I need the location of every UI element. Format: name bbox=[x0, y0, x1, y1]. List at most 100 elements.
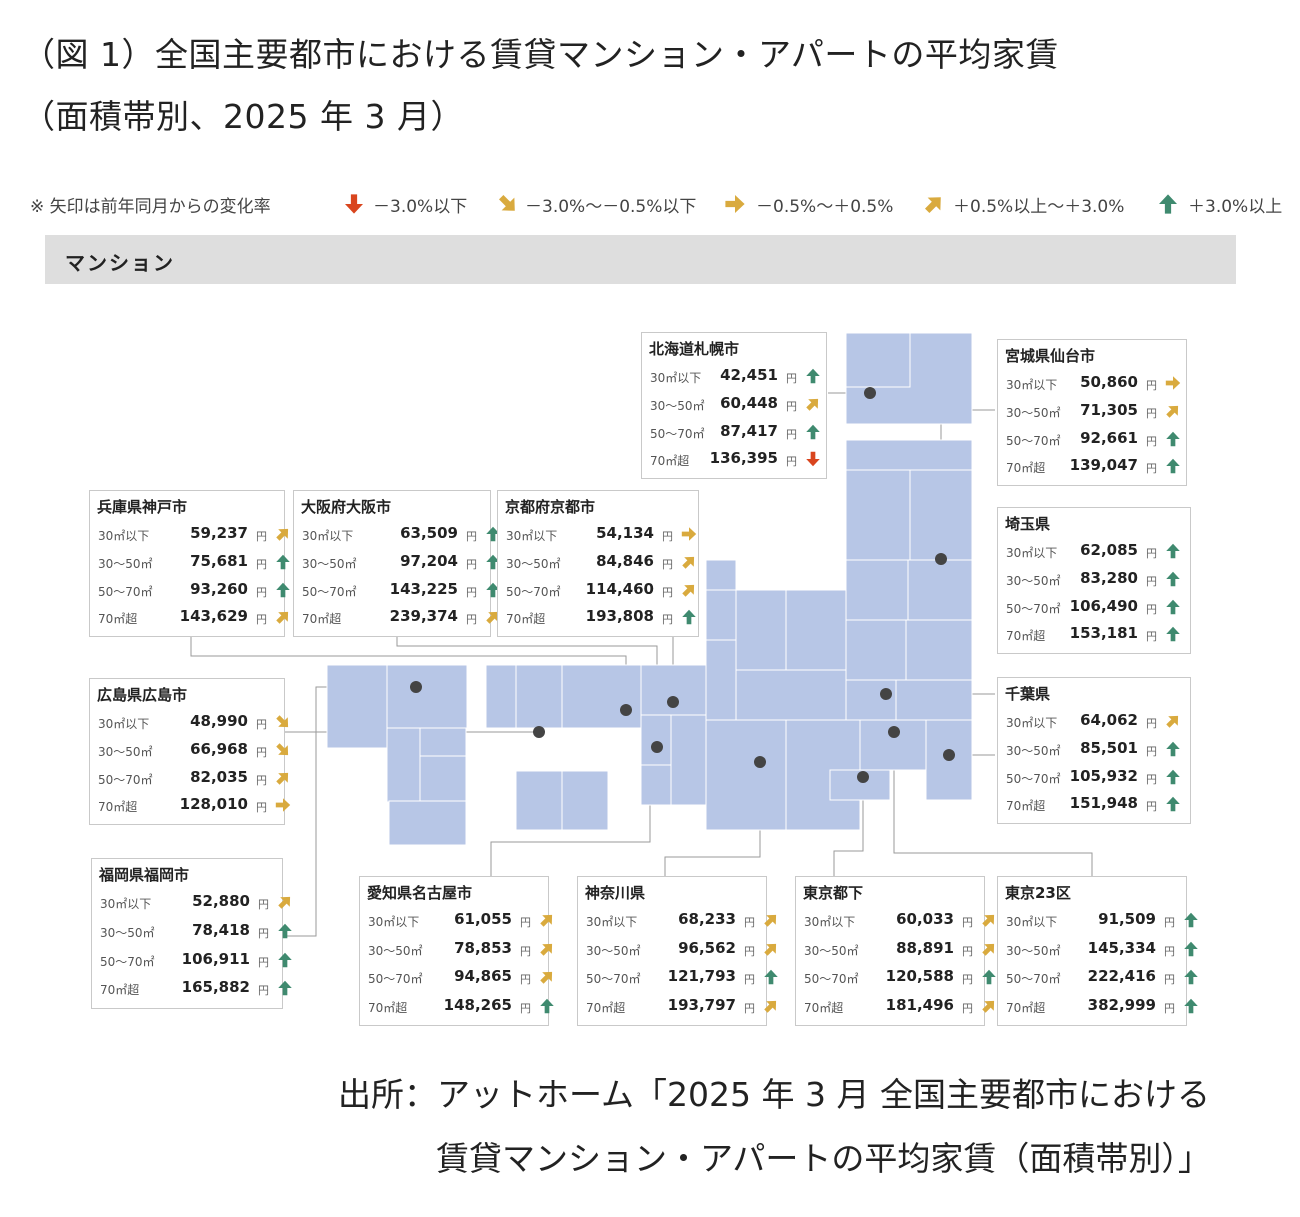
prefecture-region bbox=[419, 755, 467, 802]
area-label: 30㎡以下 bbox=[586, 915, 638, 929]
rent-value: 106,490 bbox=[1069, 596, 1138, 615]
area-label: 70㎡超 bbox=[586, 1000, 626, 1015]
rent-value: 84,846 bbox=[596, 551, 654, 570]
arrow-up-icon bbox=[764, 969, 778, 985]
area-label: 30～50㎡ bbox=[506, 556, 561, 571]
yen-unit: 円 bbox=[256, 773, 267, 787]
yen-unit: 円 bbox=[786, 372, 797, 385]
arrow-shape bbox=[278, 981, 292, 996]
city-marker bbox=[857, 771, 869, 783]
rent-row: 30～50㎡ 85,501 円 bbox=[998, 736, 1190, 764]
area-label: 30～50㎡ bbox=[1006, 943, 1061, 958]
rent-value: 61,055 bbox=[454, 910, 512, 928]
arrow-shape bbox=[1166, 741, 1180, 756]
rent-value: 48,990 bbox=[190, 712, 248, 730]
yen-unit: 円 bbox=[256, 745, 267, 759]
arrow-shape bbox=[1184, 969, 1198, 985]
arrow-shape bbox=[1184, 941, 1198, 956]
yen-unit: 円 bbox=[962, 1001, 973, 1015]
rent-row: 70㎡超 193,797 円 bbox=[578, 993, 777, 1021]
arrow-up-right-icon bbox=[982, 914, 995, 927]
rent-value: 153,181 bbox=[1069, 624, 1138, 643]
rent-value: 382,999 bbox=[1087, 995, 1156, 1014]
prefecture-region bbox=[561, 770, 609, 831]
prefecture-region bbox=[386, 664, 468, 729]
arrow-shape bbox=[806, 452, 820, 467]
arrow-shape bbox=[806, 424, 820, 439]
rent-value: 121,793 bbox=[667, 967, 736, 985]
city-card: 大阪府大阪市 30㎡以下 63,509 円 30～50㎡ 97,204 円 50～70㎡ 143… bbox=[293, 490, 500, 637]
arrow-shape bbox=[1166, 627, 1180, 642]
rent-row: 70㎡超 136,395 円 bbox=[642, 446, 826, 474]
arrow-up-right-icon bbox=[682, 584, 695, 597]
arrow-up-right-icon bbox=[982, 1000, 995, 1013]
area-label: 30～50㎡ bbox=[586, 943, 641, 958]
arrow-up-right-icon bbox=[276, 772, 289, 785]
yen-unit: 円 bbox=[256, 613, 267, 627]
arrow-shape bbox=[276, 528, 289, 541]
city-card: 北海道札幌市 30㎡以下 42,451 円 30～50㎡ 60,448 円 50～70㎡ 87,… bbox=[641, 332, 827, 479]
rent-row: 30～50㎡ 71,305 円 bbox=[998, 398, 1186, 426]
rent-value: 114,460 bbox=[585, 579, 654, 598]
rent-row: 30～50㎡ 84,846 円 bbox=[498, 549, 698, 577]
arrow-up-right-icon bbox=[540, 943, 553, 956]
arrow-up-icon bbox=[1166, 459, 1180, 474]
area-label: 30㎡以下 bbox=[1006, 378, 1058, 392]
arrow-shape bbox=[806, 398, 819, 411]
rent-value: 193,808 bbox=[585, 607, 654, 626]
arrow-shape bbox=[764, 1000, 777, 1013]
prefecture-region bbox=[845, 469, 911, 561]
yen-unit: 円 bbox=[466, 530, 477, 543]
arrow-shape bbox=[276, 772, 289, 785]
yen-unit: 円 bbox=[466, 585, 477, 599]
arrow-right-icon bbox=[681, 527, 697, 541]
area-label: 30～50㎡ bbox=[1006, 573, 1061, 588]
yen-unit: 円 bbox=[520, 916, 531, 929]
yen-unit: 円 bbox=[744, 973, 755, 986]
rent-row: 50～70㎡ 87,417 円 bbox=[642, 419, 826, 447]
rent-value: 64,062 bbox=[1080, 711, 1138, 729]
arrow-shape bbox=[1166, 431, 1180, 446]
area-label: 70㎡超 bbox=[100, 983, 140, 998]
yen-unit: 円 bbox=[962, 944, 973, 958]
city-card: 愛知県名古屋市 30㎡以下 61,055 円 30～50㎡ 78,853 円 50～70㎡ 94… bbox=[359, 876, 554, 1026]
rent-value: 42,451 bbox=[720, 366, 778, 384]
city-name: 埼玉県 bbox=[1005, 515, 1051, 533]
area-label: 70㎡超 bbox=[98, 800, 138, 815]
arrow-right-icon bbox=[1165, 376, 1181, 390]
city-marker bbox=[880, 688, 892, 700]
rent-value: 88,891 bbox=[896, 938, 954, 957]
yen-unit: 円 bbox=[258, 955, 269, 969]
area-label: 30～50㎡ bbox=[804, 943, 859, 958]
rent-row: 30～50㎡ 96,562 円 bbox=[578, 936, 777, 964]
yen-unit: 円 bbox=[520, 973, 531, 986]
yen-unit: 円 bbox=[662, 585, 673, 599]
arrow-up-icon bbox=[1184, 969, 1198, 985]
rent-row: 50～70㎡ 105,932 円 bbox=[998, 764, 1190, 792]
arrow-shape bbox=[275, 798, 291, 812]
rent-value: 59,237 bbox=[190, 524, 248, 542]
rent-row: 30～50㎡ 83,280 円 bbox=[998, 566, 1190, 594]
rent-value: 60,448 bbox=[720, 393, 778, 412]
arrow-up-icon bbox=[1184, 912, 1198, 928]
rent-row: 30㎡以下 50,860 円 bbox=[998, 370, 1186, 398]
rent-row: 30㎡以下 59,237 円 bbox=[90, 521, 289, 549]
arrow-shape bbox=[1166, 405, 1179, 418]
arrow-up-icon bbox=[276, 582, 290, 597]
rent-value: 165,882 bbox=[181, 978, 250, 997]
arrow-shape bbox=[276, 743, 289, 755]
rent-value: 71,305 bbox=[1080, 400, 1138, 419]
area-label: 30～50㎡ bbox=[98, 744, 153, 759]
arrow-down-right-icon bbox=[276, 715, 289, 728]
area-label: 30～50㎡ bbox=[98, 556, 153, 571]
rent-row: 30㎡以下 64,062 円 bbox=[998, 708, 1190, 736]
yen-unit: 円 bbox=[786, 399, 797, 413]
rent-row: 30㎡以下 48,990 円 bbox=[90, 709, 289, 737]
arrow-shape bbox=[540, 914, 553, 927]
yen-unit: 円 bbox=[962, 973, 973, 986]
rent-value: 239,374 bbox=[389, 607, 458, 626]
area-label: 70㎡超 bbox=[1006, 629, 1046, 644]
prefecture-region bbox=[845, 679, 897, 721]
arrow-up-icon bbox=[276, 554, 290, 569]
area-label: 70㎡超 bbox=[368, 1000, 408, 1015]
